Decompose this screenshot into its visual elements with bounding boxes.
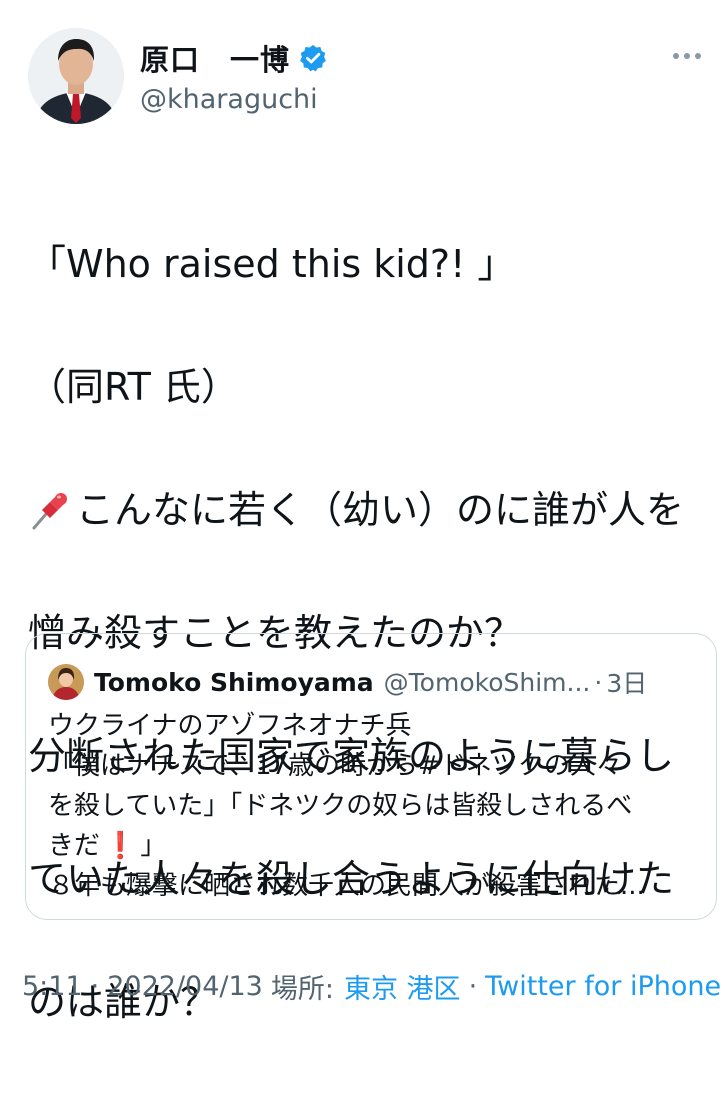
quoted-line: きだ ❗ 」 [48,826,708,866]
tweet-line: （同RT 氏） [28,364,239,409]
quoted-line-text: きだ [48,831,101,861]
author-avatar[interactable] [28,28,124,124]
quoted-line-text: 「僕はナチスで、17歳の時から [48,751,419,781]
quoted-line-text: の人々 [543,751,622,781]
author-name-text: 原口 一博 [140,43,291,77]
tweet-line: 「Who raised this kid?! 」 [28,241,516,286]
pushpin-icon [28,488,72,532]
tweet-time[interactable]: 5:11 [22,971,83,1002]
tweet-line-text: こんなに若く（幼い）のに誰が人を [76,487,685,532]
location-label: 場所: [270,973,334,1005]
tweet-metadata: 5:11 · 2022/04/13 場所: 東京 港区 · Twitter fo… [22,966,721,1006]
tweet-date[interactable]: 2022/04/13 [107,971,263,1002]
tweet-header: 原口 一博 @kharaguchi [0,0,725,150]
quoted-author-name: Tomoko Shimoyama [94,667,374,697]
quoted-tweet-text: ウクライナのアゾフネオナチ兵 「僕はナチスで、17歳の時から #ドネツク の人々… [48,706,708,906]
quoted-author-handle: @TomokoShim... [383,667,591,697]
author-handle[interactable]: @kharaguchi [140,84,328,115]
exclamation-icon: ❗ [104,831,137,861]
author-display-name[interactable]: 原口 一博 [140,38,328,78]
quoted-author-avatar [48,664,84,700]
quoted-line: ウクライナのアゾフネオナチ兵 [48,711,412,741]
source-link[interactable]: Twitter for iPhone [485,971,721,1002]
more-options-icon[interactable] [667,44,707,68]
tweet-line: こんなに若く（幼い）のに誰が人を [28,480,718,542]
location-link[interactable]: 東京 港区 [344,967,461,1006]
quoted-timestamp: 3日 [606,669,648,698]
quoted-separator: · [594,667,603,697]
quoted-line-text: 」 [140,831,167,861]
quoted-tweet-card[interactable]: Tomoko Shimoyama @TomokoShim... · 3日 ウクラ… [25,633,717,920]
quoted-line: を殺していた」「ドネツクの奴らは皆殺しされるべ [48,791,633,821]
quoted-tweet-header: Tomoko Shimoyama @TomokoShim... · 3日 [48,662,647,702]
verified-badge-icon [298,43,328,73]
quoted-line: 「僕はナチスで、17歳の時から #ドネツク の人々 [48,746,708,786]
meta-separator: · [468,970,478,1002]
meta-separator: · [90,970,100,1002]
hashtag-link[interactable]: #ドネツク [418,746,544,786]
quoted-line: ８年も爆撃に晒され数千人の民間人が殺害された... [48,871,645,901]
